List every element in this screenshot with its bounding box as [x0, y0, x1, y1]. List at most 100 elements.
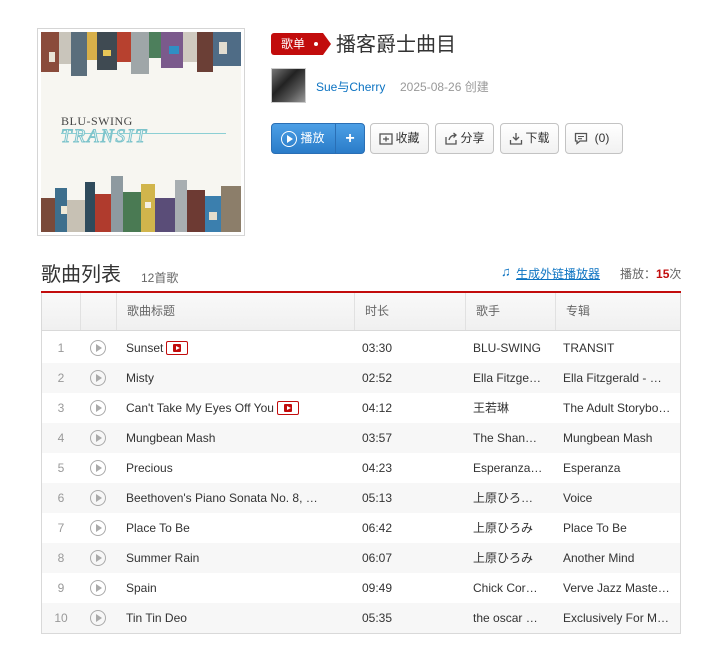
creator-link[interactable]: Sue与Cherry — [316, 78, 385, 95]
song-album[interactable]: Voice — [563, 483, 675, 513]
song-title-text[interactable]: Place To Be — [126, 521, 190, 535]
row-number: 9 — [57, 581, 65, 595]
song-title-text[interactable]: Precious — [126, 461, 173, 475]
music-note-icon: ♫ — [501, 264, 511, 279]
row-play-icon[interactable] — [90, 580, 106, 596]
song-artist[interactable]: Chick Cor… — [473, 573, 553, 603]
song-title[interactable]: Spain — [126, 573, 344, 603]
cover-album-text: TRANSIT — [61, 126, 148, 148]
creator-avatar[interactable] — [271, 68, 306, 103]
favorite-button[interactable]: 收藏 — [370, 123, 429, 154]
song-artist[interactable]: 王若琳 — [473, 393, 553, 423]
generate-player-label: 生成外链播放器 — [516, 267, 601, 281]
album-cover[interactable]: BLU-SWING TRANSIT — [37, 28, 245, 236]
download-button[interactable]: 下载 — [500, 123, 559, 154]
song-title-text[interactable]: Beethoven's Piano Sonata No. 8, … — [126, 491, 318, 505]
song-artist[interactable]: 上原ひろ… — [473, 483, 553, 513]
row-number: 5 — [57, 461, 65, 475]
row-number: 3 — [57, 401, 65, 415]
tag-dot-icon — [314, 42, 318, 46]
song-title-text[interactable]: Mungbean Mash — [126, 431, 215, 445]
song-duration: 06:42 — [362, 521, 393, 535]
song-artist[interactable]: Ella Fitzge… — [473, 363, 553, 393]
song-artist[interactable]: BLU-SWING — [473, 333, 553, 363]
song-title-text[interactable]: Misty — [126, 371, 154, 385]
song-title[interactable]: Mungbean Mash — [126, 423, 344, 453]
song-title[interactable]: Sunset — [126, 333, 344, 363]
song-album[interactable]: Exclusively For M… — [563, 603, 675, 633]
song-album[interactable]: Ella Fitzgerald - … — [563, 363, 675, 393]
song-album[interactable]: Another Mind — [563, 543, 675, 573]
song-title-text[interactable]: Summer Rain — [126, 551, 199, 565]
table-row[interactable]: 4 Mungbean Mash 03:57 The Shan… Mungbean Mas… — [42, 423, 680, 453]
mv-icon[interactable] — [276, 400, 299, 415]
play-button[interactable]: 播放 — [271, 123, 336, 154]
share-icon — [445, 132, 457, 145]
table-row[interactable]: 6 Beethoven's Piano Sonata No. 8, … 05:13 上… — [42, 483, 680, 513]
play-label: 播放 — [300, 131, 325, 145]
comment-count: (0) — [594, 131, 610, 145]
table-row[interactable]: 8 Summer Rain 06:07 上原ひろみ Another Mind — [42, 543, 680, 573]
download-label: 下载 — [525, 131, 550, 145]
row-play-icon[interactable] — [90, 490, 106, 506]
song-title-text[interactable]: Sunset — [126, 341, 163, 355]
song-title-text[interactable]: Can't Take My Eyes Off You — [126, 401, 274, 415]
comment-button[interactable]: (0) — [565, 123, 623, 154]
row-play-icon[interactable] — [90, 520, 106, 536]
song-album[interactable]: Mungbean Mash — [563, 423, 675, 453]
song-artist[interactable]: 上原ひろみ — [473, 513, 553, 543]
song-duration: 03:57 — [362, 431, 393, 445]
cover-image: BLU-SWING TRANSIT — [41, 32, 241, 232]
row-play-icon[interactable] — [90, 430, 106, 446]
table-row[interactable]: 7 Place To Be 06:42 上原ひろみ Place To Be — [42, 513, 680, 543]
table-row[interactable]: 5 Precious 04:23 Esperanza… Esperanza — [42, 453, 680, 483]
song-album[interactable]: Place To Be — [563, 513, 675, 543]
song-title[interactable]: Beethoven's Piano Sonata No. 8, … — [126, 483, 344, 513]
row-play-icon[interactable] — [90, 400, 106, 416]
created-date: 2025-08-26 创建 — [400, 80, 489, 94]
table-row[interactable]: 10 Tin Tin Deo 05:35 the oscar … Exclusively… — [42, 603, 680, 633]
comment-icon — [574, 132, 588, 145]
table-row[interactable]: 1 Sunset 03:30 BLU-SWING TRANSIT — [42, 333, 680, 363]
add-to-queue-button[interactable]: + — [335, 123, 365, 154]
song-title-text[interactable]: Tin Tin Deo — [126, 611, 187, 625]
song-album[interactable]: Esperanza — [563, 453, 675, 483]
header-title: 歌曲标题 — [116, 293, 354, 330]
favorite-label: 收藏 — [395, 131, 420, 145]
cover-collage-top — [41, 32, 241, 76]
row-play-icon[interactable] — [90, 460, 106, 476]
song-title-text[interactable]: Spain — [126, 581, 157, 595]
song-artist[interactable]: 上原ひろみ — [473, 543, 553, 573]
table-row[interactable]: 3 Can't Take My Eyes Off You 04:12 王若琳 The A… — [42, 393, 680, 423]
song-duration: 05:35 — [362, 611, 393, 625]
mv-icon[interactable] — [166, 340, 189, 355]
generate-player-link[interactable]: ♫ 生成外链播放器 — [501, 264, 601, 282]
song-artist[interactable]: The Shan… — [473, 423, 553, 453]
song-duration: 03:30 — [362, 341, 393, 355]
row-play-icon[interactable] — [90, 370, 106, 386]
share-button[interactable]: 分享 — [435, 123, 494, 154]
row-number: 7 — [57, 521, 65, 535]
song-album[interactable]: Verve Jazz Maste… — [563, 573, 675, 603]
song-album[interactable]: TRANSIT — [563, 333, 675, 363]
song-title[interactable]: Can't Take My Eyes Off You — [126, 393, 344, 423]
song-album[interactable]: The Adult Storybo… — [563, 393, 675, 423]
song-artist[interactable]: the oscar … — [473, 603, 553, 633]
song-title[interactable]: Summer Rain — [126, 543, 344, 573]
row-number: 2 — [57, 371, 65, 385]
song-artist[interactable]: Esperanza… — [473, 453, 553, 483]
song-title[interactable]: Misty — [126, 363, 344, 393]
row-play-icon[interactable] — [90, 340, 106, 356]
row-number: 6 — [57, 491, 65, 505]
song-title[interactable]: Place To Be — [126, 513, 344, 543]
row-play-icon[interactable] — [90, 610, 106, 626]
row-play-icon[interactable] — [90, 550, 106, 566]
song-duration: 05:13 — [362, 491, 393, 505]
cover-collage-bottom — [41, 176, 241, 232]
song-title[interactable]: Precious — [126, 453, 344, 483]
table-row[interactable]: 9 Spain 09:49 Chick Cor… Verve Jazz Maste… — [42, 573, 680, 603]
table-row[interactable]: 2 Misty 02:52 Ella Fitzge… Ella Fitzgerald -… — [42, 363, 680, 393]
table-header: 歌曲标题 时长 歌手 专辑 — [42, 293, 680, 331]
playlist-tag: 歌单 — [271, 33, 331, 55]
song-title[interactable]: Tin Tin Deo — [126, 603, 344, 633]
